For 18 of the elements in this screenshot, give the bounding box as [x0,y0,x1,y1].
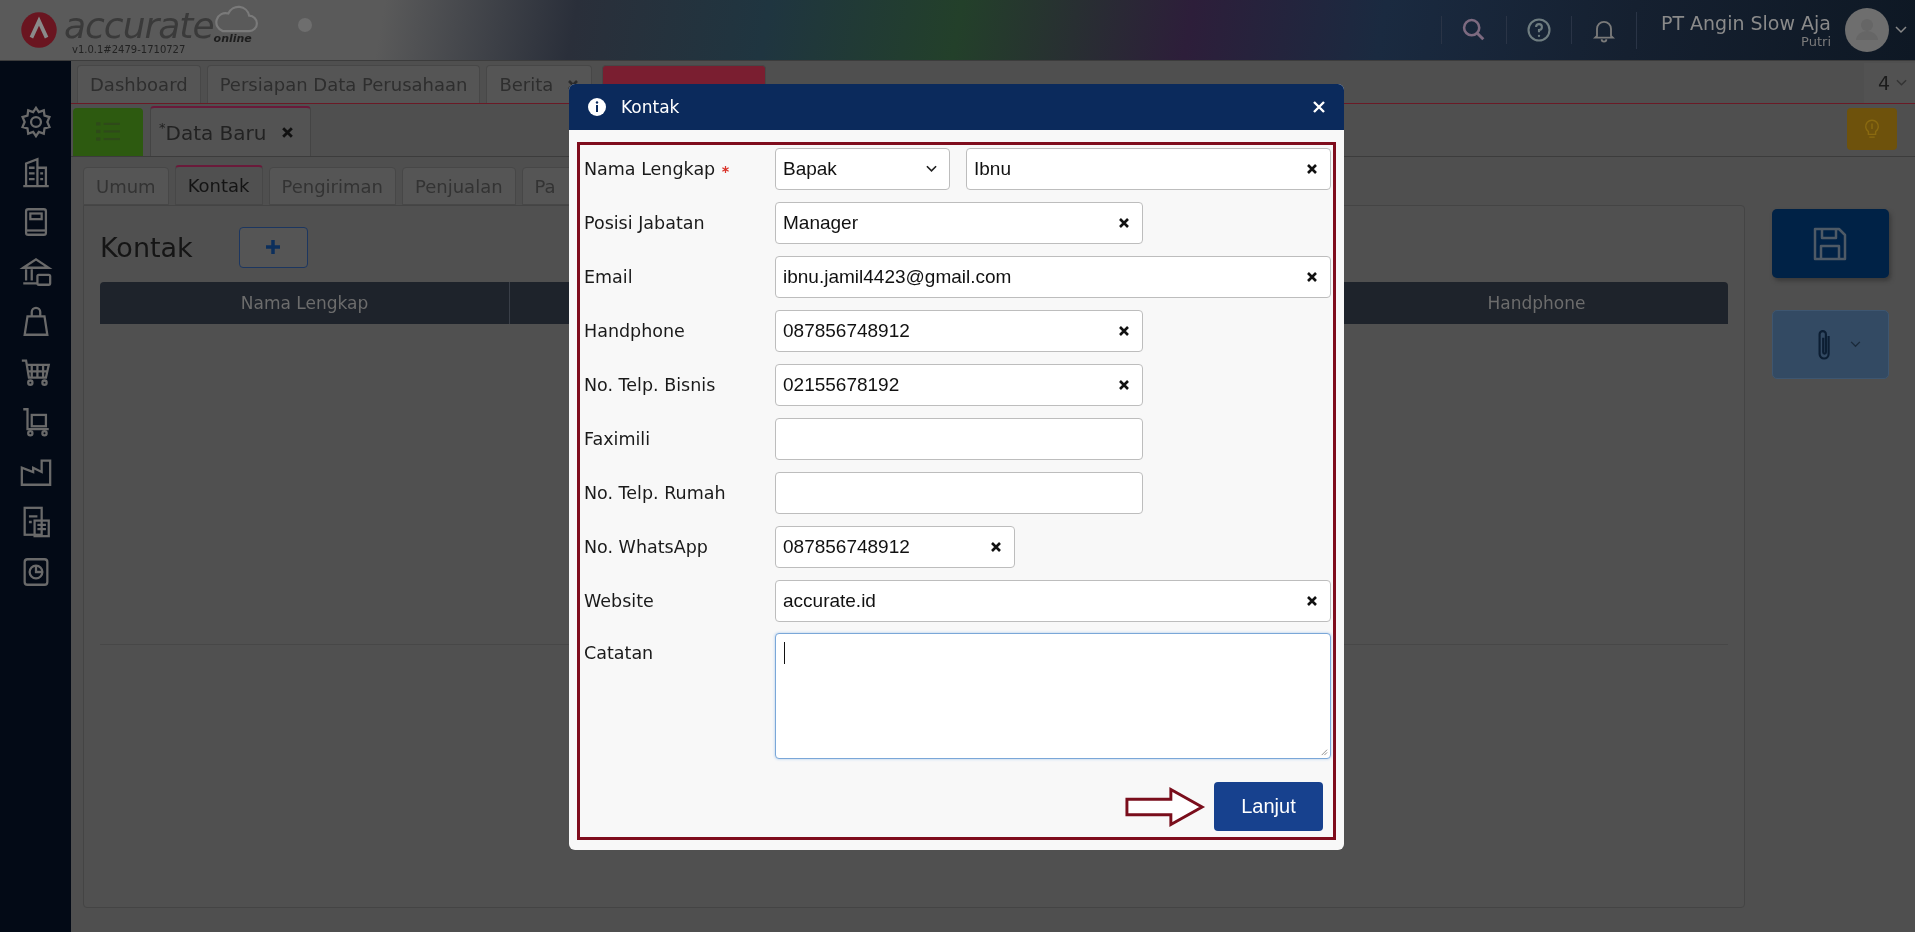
field-label: Handphone [584,321,685,341]
field-label: No. WhatsApp [584,537,708,557]
version-text: v1.0.1#2479-1710727 [72,43,187,55]
dialog-title: Kontak [621,97,681,117]
field-label: Faximili [584,429,651,449]
field-label: No. Telp. Rumah [584,483,726,503]
company-name: PT Angin Slow Aja [1660,11,1831,34]
user-name: Putri [1801,33,1831,49]
section-title: Kontak [100,231,193,263]
column-header: Nama Lengkap [100,282,510,324]
logo-tagline: online [213,31,252,45]
column-header: Handphone [1486,293,1587,313]
field-label: No. Telp. Bisnis [584,375,716,395]
field-label: Website [584,591,654,611]
field-label: Posisi Jabatan [584,213,705,233]
logo-text: accurate [64,5,214,46]
field-label: Catatan [584,643,654,663]
field-label: Email [584,267,633,287]
